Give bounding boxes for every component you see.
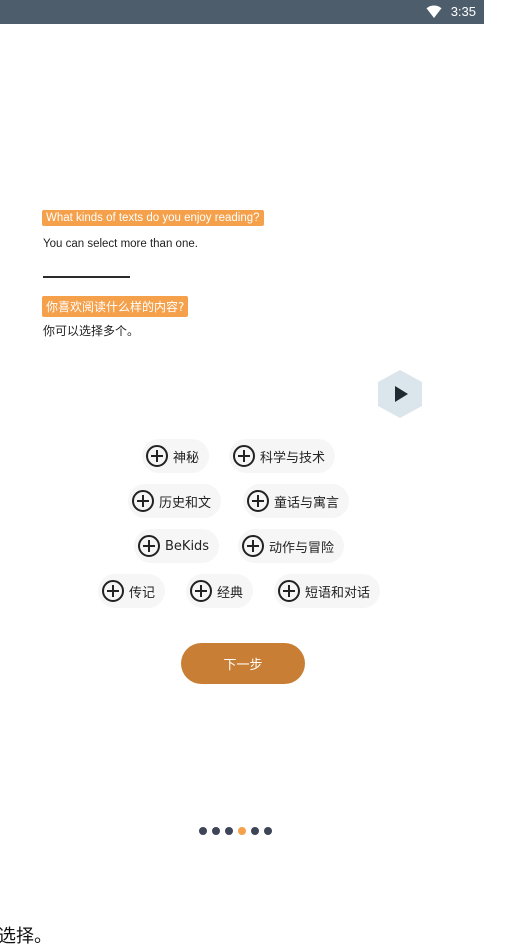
question-subtitle-en: You can select more than one. [43,238,198,250]
plus-circle-icon [190,580,212,602]
question-title-en: What kinds of texts do you enjoy reading… [42,210,264,226]
category-label: 动作与冒险 [269,540,335,556]
cut-off-caption: 选择。 [0,926,52,947]
category-chip-mystery[interactable]: 神秘 [142,439,210,473]
status-time: 3:35 [450,4,476,19]
page-dot [199,827,207,835]
plus-circle-icon [138,535,160,557]
plus-circle-icon [233,445,255,467]
page-dot [264,827,272,835]
category-chip-action-adventure[interactable]: 动作与冒险 [238,529,345,563]
category-label: 短语和对话 [305,585,371,601]
next-button[interactable]: 下一步 [181,643,305,684]
page-dot [225,827,233,835]
category-label: 经典 [217,585,244,601]
category-chip-history-culture[interactable]: 历史和文 [128,484,222,518]
category-label: BeKids [165,538,210,554]
page-dot-active [238,827,246,835]
category-label: 神秘 [173,450,200,466]
status-bar: 3:35 [0,0,484,24]
page-dot [251,827,259,835]
category-chip-biography[interactable]: 传记 [98,574,166,608]
pagination-dots [199,827,272,835]
plus-circle-icon [132,490,154,512]
category-chip-science-tech[interactable]: 科学与技术 [229,439,336,473]
category-label: 历史和文 [159,495,212,511]
plus-circle-icon [247,490,269,512]
screen-margin [484,0,522,946]
category-label: 童话与寓言 [274,495,340,511]
question-subtitle-zh: 你可以选择多个。 [43,324,140,338]
plus-circle-icon [102,580,124,602]
plus-circle-icon [146,445,168,467]
category-chip-phrases-dialogue[interactable]: 短语和对话 [274,574,381,608]
category-chip-fairy-tales[interactable]: 童话与寓言 [243,484,350,518]
category-chip-classics[interactable]: 经典 [186,574,254,608]
play-icon[interactable] [376,369,424,419]
question-title-zh: 你喜欢阅读什么样的内容? [42,296,189,317]
page-dot [212,827,220,835]
category-label: 传记 [129,585,156,601]
category-chip-bekids[interactable]: BeKids [134,529,220,563]
category-label: 科学与技术 [260,450,326,466]
plus-circle-icon [242,535,264,557]
wifi-icon [426,5,442,18]
divider [43,276,130,278]
plus-circle-icon [278,580,300,602]
